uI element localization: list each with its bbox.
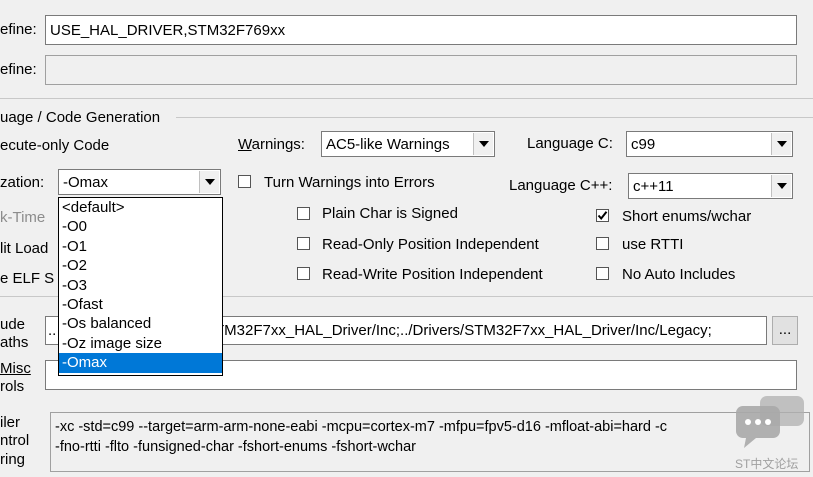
include-label-1: ude	[0, 316, 26, 333]
compiler-control-string[interactable]: -xc -std=c99 --target=arm-arm-none-eabi …	[50, 412, 810, 472]
option-omax[interactable]: -Omax	[59, 353, 222, 373]
no-auto-includes-checkbox[interactable]	[596, 267, 609, 280]
misc-label-1: Misc	[0, 360, 31, 377]
ro-pi-checkbox[interactable]	[297, 237, 310, 250]
undefine-label: efine:	[0, 61, 37, 78]
elf-label: e ELF S	[0, 270, 55, 287]
language-c-select[interactable]: c99	[626, 131, 793, 157]
optimization-dropdown-list[interactable]: <default> -O0 -O1 -O2 -O3 -Ofast -Os bal…	[58, 197, 223, 376]
language-c-label: Language C:	[527, 135, 613, 152]
define-input[interactable]: USE_HAL_DRIVER,STM32F769xx	[45, 15, 797, 45]
option-ofast[interactable]: -Ofast	[59, 295, 222, 314]
warnings-value: AC5-like Warnings	[326, 136, 450, 153]
chevron-down-icon[interactable]	[771, 133, 791, 155]
ro-pi-label[interactable]: Read-Only Position Independent	[322, 236, 539, 253]
language-c-value: c99	[631, 136, 656, 153]
option-o1[interactable]: -O1	[59, 237, 222, 256]
compiler-label-2: ntrol	[0, 432, 30, 449]
option-o0[interactable]: -O0	[59, 217, 222, 236]
group-top-line	[0, 98, 813, 99]
undefine-input[interactable]	[45, 55, 797, 85]
define-value: USE_HAL_DRIVER,STM32F769xx	[50, 22, 286, 39]
plain-char-checkbox[interactable]	[297, 207, 310, 220]
use-rtti-label[interactable]: use RTTI	[622, 236, 683, 253]
chevron-down-icon[interactable]	[199, 171, 219, 193]
language-cpp-label: Language C++:	[509, 177, 613, 194]
short-enums-checkbox[interactable]	[596, 209, 609, 222]
language-cpp-select[interactable]: c++11	[628, 173, 793, 199]
optimization-value: -Omax	[63, 174, 108, 191]
option-os-balanced[interactable]: -Os balanced	[59, 314, 222, 333]
option-o3[interactable]: -O3	[59, 276, 222, 295]
group-title-line	[176, 117, 813, 118]
chevron-down-icon[interactable]	[771, 175, 791, 197]
turn-warnings-label[interactable]: Turn Warnings into Errors	[264, 174, 435, 191]
watermark-text: ST中文论坛	[735, 457, 799, 471]
watermark-logo	[734, 394, 806, 450]
compiler-line-2: -fno-rtti -flto -funsigned-char -fshort-…	[55, 439, 416, 455]
execute-only-label[interactable]: ecute-only Code	[0, 137, 109, 154]
define-label: efine:	[0, 21, 37, 38]
no-auto-includes-label[interactable]: No Auto Includes	[622, 266, 735, 283]
include-label-2: aths	[0, 334, 29, 351]
use-rtti-checkbox[interactable]	[596, 237, 609, 250]
link-time-label: k-Time	[0, 209, 46, 226]
compiler-label-1: iler	[0, 414, 21, 431]
checkmark-icon	[597, 211, 608, 221]
plain-char-label[interactable]: Plain Char is Signed	[322, 205, 458, 222]
split-load-label: lit Load	[0, 240, 49, 257]
warnings-select[interactable]: AC5-like Warnings	[321, 131, 495, 157]
turn-warnings-checkbox[interactable]	[238, 175, 251, 188]
option-oz-image-size[interactable]: -Oz image size	[59, 334, 222, 353]
browse-button[interactable]: ...	[772, 316, 798, 345]
chat-bubble-icon	[736, 396, 804, 448]
short-enums-label[interactable]: Short enums/wchar	[622, 208, 751, 225]
compiler-label-3: ring	[0, 451, 26, 468]
group-title: uage / Code Generation	[0, 109, 161, 126]
optimization-select[interactable]: -Omax	[58, 169, 221, 195]
chevron-down-icon[interactable]	[473, 133, 493, 155]
include-paths-value: TM32F7xx_HAL_Driver/Inc;../Drivers/STM32…	[215, 322, 712, 339]
rw-pi-checkbox[interactable]	[297, 267, 310, 280]
rw-pi-label[interactable]: Read-Write Position Independent	[322, 266, 543, 283]
compiler-line-1: -xc -std=c99 --target=arm-arm-none-eabi …	[55, 419, 668, 435]
include-paths-prefix: ..	[48, 322, 57, 339]
optimization-label: zation:	[0, 174, 45, 191]
option-o2[interactable]: -O2	[59, 256, 222, 275]
language-cpp-value: c++11	[633, 178, 674, 195]
misc-label-2: rols	[0, 378, 25, 395]
option-default[interactable]: <default>	[59, 198, 222, 217]
warnings-label: Warnings:	[238, 136, 305, 153]
